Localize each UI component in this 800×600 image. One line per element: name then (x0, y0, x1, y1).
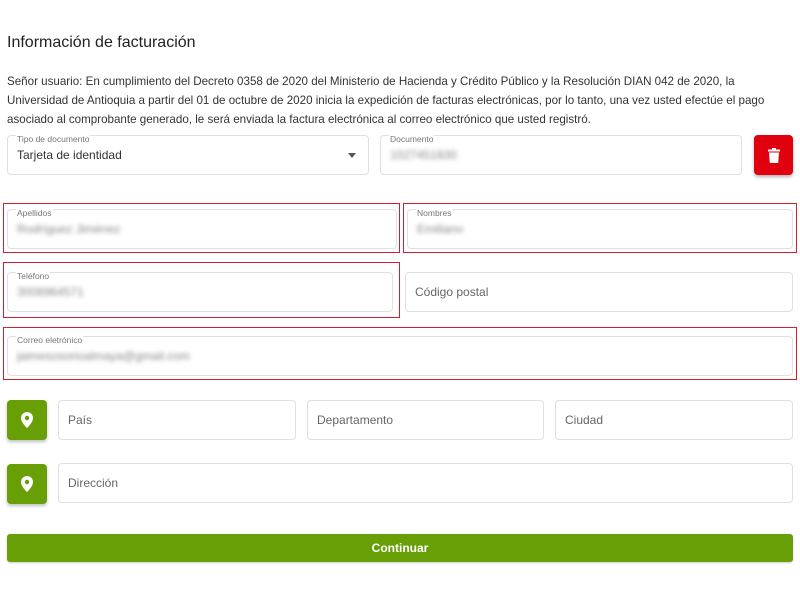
billing-notice: Señor usuario: En cumplimiento del Decre… (7, 75, 765, 126)
delete-button[interactable] (754, 135, 793, 175)
document-value: 1027451830 (390, 148, 457, 162)
department-placeholder: Departamento (317, 413, 394, 427)
city-placeholder: Ciudad (565, 413, 604, 427)
map-pin-icon (21, 476, 33, 492)
page-title: Información de facturación (7, 34, 196, 51)
document-type-value: Tarjeta de identidad (17, 148, 122, 162)
phone-highlight (3, 262, 400, 318)
postal-code-field[interactable]: Código postal (405, 272, 793, 312)
country-placeholder: País (68, 413, 93, 427)
address-placeholder: Dirección (68, 476, 119, 490)
city-field[interactable]: Ciudad (555, 400, 793, 440)
postal-code-placeholder: Código postal (415, 285, 489, 299)
email-highlight (3, 327, 797, 380)
document-type-label: Tipo de documento (16, 134, 91, 144)
surnames-highlight (3, 203, 400, 253)
country-field[interactable]: País (58, 400, 296, 440)
trash-icon (767, 147, 780, 163)
map-pin-icon (21, 412, 33, 428)
department-field[interactable]: Departamento (307, 400, 544, 440)
continue-button[interactable]: Continuar (7, 534, 793, 562)
address-location-button[interactable] (7, 464, 47, 504)
address-field[interactable]: Dirección (58, 463, 793, 503)
document-field[interactable]: Documento 1027451830 (380, 135, 742, 175)
document-label: Documento (389, 134, 435, 144)
chevron-down-icon[interactable] (348, 153, 356, 158)
document-type-select[interactable]: Tipo de documento Tarjeta de identidad (7, 135, 369, 175)
location-button[interactable] (7, 400, 47, 440)
names-highlight (403, 203, 797, 253)
